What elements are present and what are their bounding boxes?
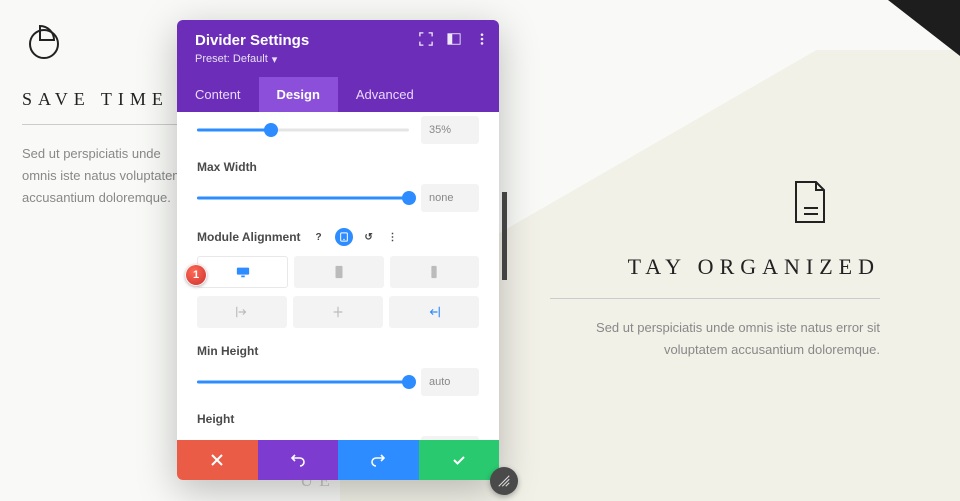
max-width-value[interactable]: none [421, 184, 479, 212]
feature-right-body: Sed ut perspiciatis unde omnis iste natu… [550, 317, 880, 361]
height-slider[interactable] [197, 439, 409, 440]
device-tablet[interactable] [294, 256, 383, 288]
reset-icon[interactable]: ↺ [361, 229, 377, 245]
step-badge: 1 [185, 264, 207, 286]
align-center[interactable] [293, 296, 383, 328]
modal-header[interactable]: Divider Settings Preset: Default ▾ [177, 20, 499, 77]
min-height-row: auto [197, 368, 479, 396]
max-width-row: none [197, 184, 479, 212]
alignment-segmented [197, 296, 479, 328]
max-width-label: Max Width [197, 160, 479, 174]
settings-modal: Divider Settings Preset: Default ▾ Conte… [177, 20, 499, 480]
width-slider[interactable] [197, 119, 409, 141]
min-height-value[interactable]: auto [421, 368, 479, 396]
close-button[interactable] [177, 440, 258, 480]
expand-icon[interactable] [419, 32, 433, 46]
max-width-slider[interactable] [197, 187, 409, 209]
feature-right: TAY ORGANIZED Sed ut perspiciatis unde o… [550, 180, 880, 361]
preset-label: Preset: Default [195, 53, 268, 65]
chevron-down-icon: ▾ [272, 53, 278, 66]
feature-left-body: Sed ut perspiciatis unde omnis iste natu… [22, 143, 192, 209]
device-segmented: 1 [197, 256, 479, 288]
tab-advanced[interactable]: Advanced [338, 77, 432, 112]
pie-chart-icon [22, 22, 62, 62]
align-right[interactable] [389, 296, 479, 328]
min-height-slider[interactable] [197, 371, 409, 393]
resize-handle[interactable] [490, 467, 518, 495]
field-menu-icon[interactable]: ⋮ [385, 229, 401, 245]
width-value[interactable]: 35% [421, 116, 479, 144]
redo-button[interactable] [338, 440, 419, 480]
device-phone[interactable] [390, 256, 479, 288]
align-left[interactable] [197, 296, 287, 328]
height-label: Height [197, 412, 479, 426]
save-button[interactable] [419, 440, 500, 480]
responsive-icon[interactable] [335, 228, 353, 246]
modal-body[interactable]: 35% Max Width none Module Alignment ? ↺ … [177, 112, 499, 440]
modal-footer [177, 440, 499, 480]
preset-selector[interactable]: Preset: Default ▾ [195, 53, 277, 66]
device-desktop[interactable] [197, 256, 288, 288]
width-row: 35% [197, 116, 479, 144]
undo-button[interactable] [258, 440, 339, 480]
alignment-label: Module Alignment ? ↺ ⋮ [197, 228, 479, 246]
tab-design[interactable]: Design [259, 77, 338, 112]
alignment-label-text: Module Alignment [197, 230, 301, 244]
feature-right-title: TAY ORGANIZED [550, 254, 880, 299]
feature-left: SAVE TIME Sed ut perspiciatis unde omnis… [22, 22, 192, 209]
background-wedge-dark [780, 0, 960, 80]
kebab-icon[interactable] [475, 32, 489, 46]
divider-preview[interactable] [502, 192, 507, 280]
panel-icon[interactable] [447, 32, 461, 46]
modal-tabs: Content Design Advanced [177, 77, 499, 112]
document-icon [792, 180, 828, 224]
min-height-label: Min Height [197, 344, 479, 358]
tab-content[interactable]: Content [177, 77, 259, 112]
feature-left-title: SAVE TIME [22, 89, 182, 125]
help-icon[interactable]: ? [311, 229, 327, 245]
